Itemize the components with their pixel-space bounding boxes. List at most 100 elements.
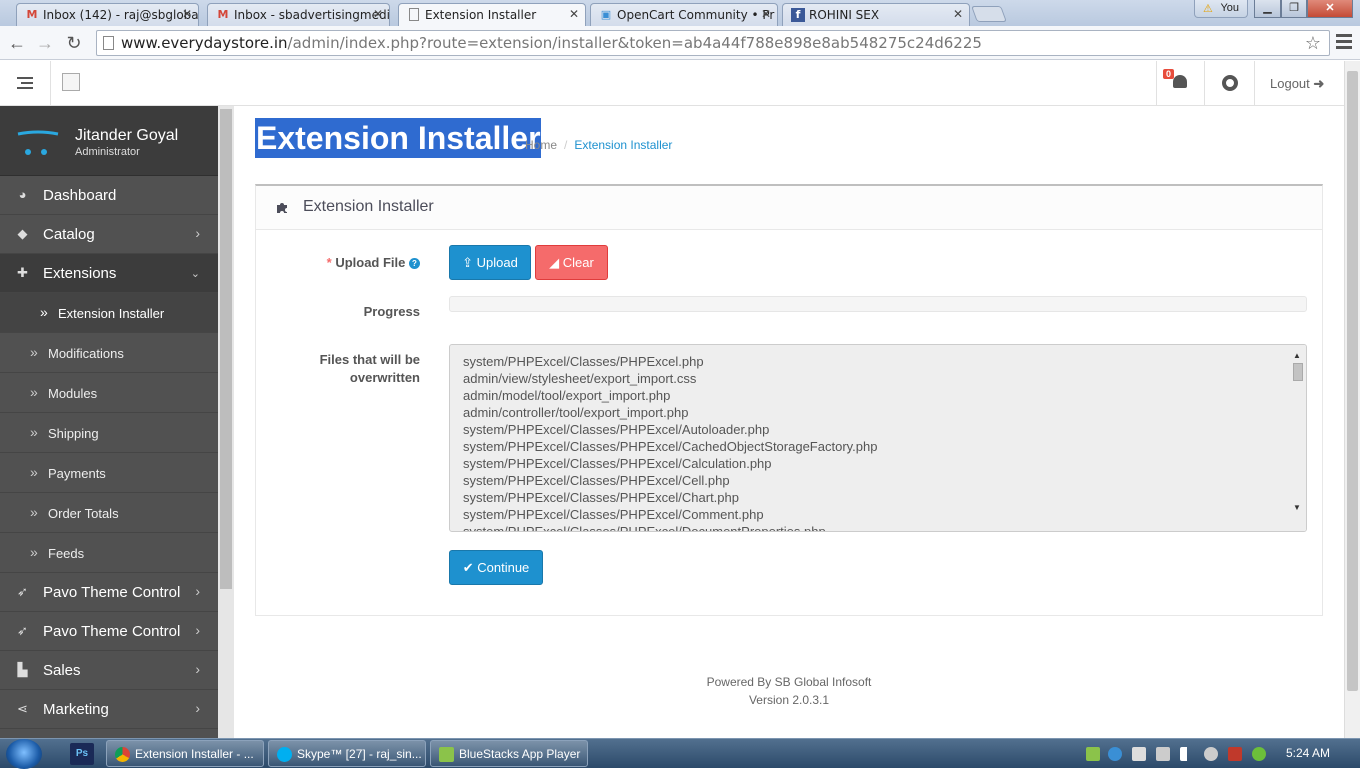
textarea-scrollbar[interactable]: ▲ ▼ bbox=[1290, 345, 1306, 531]
breadcrumb: Home / Extension Installer bbox=[525, 138, 672, 152]
clear-button[interactable]: ◢ Clear bbox=[535, 245, 608, 280]
close-tab-icon[interactable]: ✕ bbox=[182, 7, 192, 21]
bell-icon bbox=[1173, 75, 1187, 88]
sidebar-subitem-modules[interactable]: » Modules bbox=[0, 373, 218, 413]
reload-icon[interactable]: ↻ bbox=[63, 32, 85, 54]
maximize-button[interactable]: ❐ bbox=[1281, 0, 1307, 18]
browser-tab[interactable]: M Inbox (142) - raj@sbgloba ✕ bbox=[16, 3, 199, 26]
task-label: Skype™ [27] - raj_sin... bbox=[297, 747, 422, 761]
browser-toolbar: ← → ↻ www.everydaystore.in/admin/index.p… bbox=[0, 26, 1360, 60]
double-chevron-icon: » bbox=[30, 424, 38, 440]
taskbar-clock[interactable]: 5:24 AM bbox=[1286, 746, 1330, 760]
security-icon[interactable] bbox=[1252, 747, 1266, 761]
upload-button-label: Upload bbox=[476, 255, 518, 270]
device-icon[interactable] bbox=[1156, 747, 1170, 761]
bookmark-star-icon[interactable]: ☆ bbox=[1305, 33, 1321, 54]
sidebar-item-label: Sales bbox=[43, 662, 81, 679]
profile-badge[interactable]: ⚠ You bbox=[1194, 0, 1248, 18]
chevron-right-icon: › bbox=[195, 225, 200, 241]
close-tab-icon[interactable]: ✕ bbox=[569, 7, 579, 21]
taskbar-task-skype[interactable]: Skype™ [27] - raj_sin... bbox=[268, 740, 426, 767]
warning-icon: ⚠ bbox=[1203, 3, 1213, 15]
network-icon[interactable] bbox=[1204, 747, 1218, 761]
sidebar-subitem-extension-installer[interactable]: » Extension Installer bbox=[0, 293, 218, 333]
new-tab-button[interactable] bbox=[971, 6, 1007, 22]
network-signal-icon[interactable] bbox=[1180, 747, 1194, 761]
scrollbar-thumb[interactable] bbox=[1293, 363, 1303, 381]
opencart-icon: ▣ bbox=[600, 8, 612, 21]
browser-menu-icon[interactable] bbox=[1336, 34, 1352, 52]
files-overwritten-label: Files that will be overwritten bbox=[256, 351, 420, 387]
list-item: system/PHPExcel/Classes/PHPExcel/Autoloa… bbox=[463, 422, 770, 437]
photoshop-icon[interactable]: Ps bbox=[70, 743, 94, 765]
sidebar-scrollbar[interactable] bbox=[218, 106, 234, 738]
chevron-right-icon: › bbox=[195, 622, 200, 638]
back-icon[interactable]: ← bbox=[6, 32, 28, 54]
tab-title: Extension Installer bbox=[425, 8, 537, 22]
help-icon[interactable]: ? bbox=[409, 258, 420, 269]
browser-tab-active[interactable]: Extension Installer ✕ bbox=[398, 3, 586, 27]
scrollbar-thumb[interactable] bbox=[1347, 71, 1358, 691]
continue-button[interactable]: ✔ Continue bbox=[449, 550, 543, 585]
minimize-button[interactable]: ▁ bbox=[1254, 0, 1281, 18]
adobe-icon[interactable] bbox=[1228, 747, 1242, 761]
sidebar-subitem-payments[interactable]: » Payments bbox=[0, 453, 218, 493]
address-bar[interactable]: www.everydaystore.in/admin/index.php?rou… bbox=[96, 30, 1330, 56]
upload-file-label: * Upload File ? bbox=[256, 254, 420, 272]
bluestacks-icon bbox=[439, 747, 454, 762]
upload-label-text: Upload File bbox=[335, 255, 406, 270]
overwritten-files-textarea[interactable]: system/PHPExcel/Classes/PHPExcel.php adm… bbox=[449, 344, 1307, 532]
volume-icon[interactable] bbox=[1132, 747, 1146, 761]
sidebar-subitem-order-totals[interactable]: » Order Totals bbox=[0, 493, 218, 533]
sidebar-item-pavo-theme-control[interactable]: ➶ Pavo Theme Control › bbox=[0, 612, 218, 651]
browser-tab[interactable]: f ROHINI SEX ✕ bbox=[782, 3, 970, 26]
start-button[interactable] bbox=[6, 739, 42, 769]
rocket-icon: ➶ bbox=[17, 623, 28, 638]
sidebar-item-dashboard[interactable]: ◕ Dashboard bbox=[0, 176, 218, 215]
close-tab-icon[interactable]: ✕ bbox=[761, 7, 771, 21]
user-role: Administrator bbox=[75, 146, 140, 158]
browser-tab[interactable]: ▣ OpenCart Community • Pr ✕ bbox=[590, 3, 778, 26]
sidebar-item-label: Catalog bbox=[43, 226, 95, 243]
skype-tray-icon[interactable] bbox=[1108, 747, 1122, 761]
sidebar-subitem-feeds[interactable]: » Feeds bbox=[0, 533, 218, 573]
share-icon: ⋖ bbox=[17, 701, 28, 716]
page-title: Extension Installer bbox=[255, 118, 541, 158]
help-button[interactable] bbox=[1204, 61, 1254, 106]
list-item: system/PHPExcel/Classes/PHPExcel.php bbox=[463, 354, 704, 369]
sidebar-item-marketing[interactable]: ⋖ Marketing › bbox=[0, 690, 218, 729]
sidebar-item-extensions[interactable]: ✚ Extensions ⌄ bbox=[0, 254, 218, 293]
scrollbar-thumb[interactable] bbox=[220, 109, 232, 589]
sidebar-subitem-shipping[interactable]: » Shipping bbox=[0, 413, 218, 453]
taskbar-task-bluestacks[interactable]: BlueStacks App Player bbox=[430, 740, 588, 767]
breadcrumb-home-link[interactable]: Home bbox=[525, 138, 557, 152]
broken-logo-image[interactable] bbox=[62, 73, 80, 91]
notifications-button[interactable]: 0 bbox=[1156, 61, 1204, 106]
bluestacks-tray-icon[interactable] bbox=[1086, 747, 1100, 761]
sidebar-subitem-modifications[interactable]: » Modifications bbox=[0, 333, 218, 373]
url-path: /admin/index.php?route=extension/install… bbox=[287, 34, 982, 52]
scroll-down-icon[interactable]: ▼ bbox=[1293, 499, 1301, 516]
sidebar-item-pavo-theme-control[interactable]: ➶ Pavo Theme Control › bbox=[0, 573, 218, 612]
double-chevron-icon: » bbox=[30, 384, 38, 400]
sidebar-subitem-label: Feeds bbox=[48, 546, 85, 561]
progress-bar bbox=[449, 296, 1307, 312]
taskbar-task-chrome[interactable]: Extension Installer - ... bbox=[106, 740, 264, 767]
close-window-button[interactable]: ✕ bbox=[1307, 0, 1353, 18]
upload-button[interactable]: ⇪ Upload bbox=[449, 245, 531, 280]
scroll-up-icon[interactable]: ▲ bbox=[1293, 347, 1301, 364]
breadcrumb-current-link[interactable]: Extension Installer bbox=[574, 138, 672, 152]
browser-tab[interactable]: M Inbox - sbadvertisingmedi ✕ bbox=[207, 3, 390, 26]
close-tab-icon[interactable]: ✕ bbox=[953, 7, 963, 21]
page-scrollbar[interactable] bbox=[1344, 61, 1360, 738]
gmail-icon: M bbox=[26, 8, 38, 21]
sidebar-item-sales[interactable]: ▙ Sales › bbox=[0, 651, 218, 690]
forward-icon[interactable]: → bbox=[34, 32, 56, 54]
close-tab-icon[interactable]: ✕ bbox=[373, 7, 383, 21]
sidebar-item-catalog[interactable]: ◆ Catalog › bbox=[0, 215, 218, 254]
logout-button[interactable]: Logout ➜ bbox=[1254, 61, 1344, 106]
sidebar-subitem-label: Order Totals bbox=[48, 506, 119, 521]
chevron-right-icon: › bbox=[195, 583, 200, 599]
chevron-right-icon: › bbox=[195, 661, 200, 677]
sidebar-toggle-button[interactable] bbox=[0, 61, 51, 106]
